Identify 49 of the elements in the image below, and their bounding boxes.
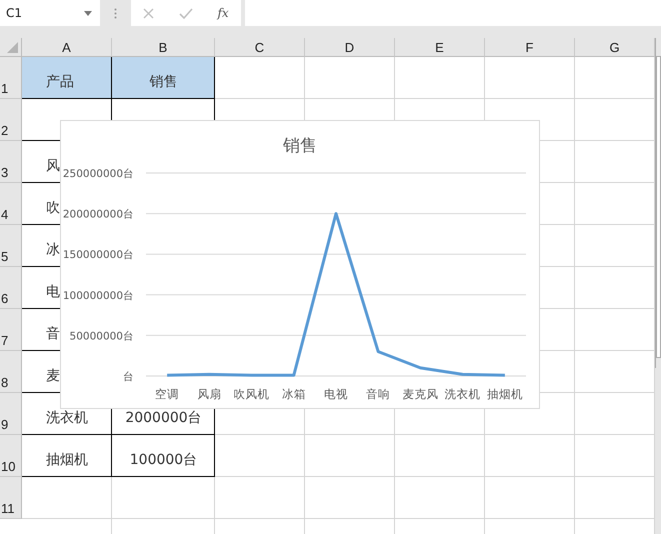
row-header[interactable]: 8 (0, 351, 22, 393)
row-header[interactable]: 9 (0, 393, 22, 435)
row-header[interactable]: 10 (0, 435, 22, 477)
grip-icon (114, 8, 117, 19)
table-cell-text: 产品 (46, 73, 75, 91)
column-header[interactable]: E (395, 38, 485, 57)
column-header[interactable]: C (215, 38, 305, 57)
table-cell: 抽烟机 (46, 451, 88, 469)
select-all-icon[interactable] (7, 42, 18, 53)
x-axis-label: 电视 (324, 387, 348, 401)
y-axis-label: 100000000台 (62, 290, 134, 302)
row-header[interactable]: 1 (0, 57, 22, 99)
x-axis-label: 洗衣机 (444, 387, 481, 401)
table-cell: 洗衣机 (46, 409, 88, 427)
y-axis-label: 50000000台 (70, 330, 134, 342)
y-axis-label: 250000000台 (62, 168, 134, 180)
chart-title: 销售 (283, 136, 317, 156)
formula-input[interactable] (245, 0, 661, 26)
x-axis-label: 冰箱 (282, 387, 306, 401)
column-header[interactable]: B (112, 38, 215, 57)
column-header[interactable]: D (305, 38, 395, 57)
x-axis-label: 吹风机 (234, 387, 270, 401)
x-axis-label: 音响 (366, 387, 390, 401)
column-header[interactable]: F (485, 38, 575, 57)
insert-function-button[interactable]: fx (217, 6, 229, 20)
row-header[interactable]: 5 (0, 225, 22, 267)
row-header[interactable]: 11 (0, 477, 22, 519)
y-axis-label: 200000000台 (62, 208, 134, 221)
x-axis-label: 抽烟机 (486, 387, 523, 401)
x-axis-label: 风扇 (197, 387, 222, 401)
y-axis-label: 台 (123, 371, 134, 383)
row-header[interactable]: 6 (0, 267, 22, 309)
row-header[interactable]: 4 (0, 183, 22, 225)
table-cell: 100000台 (130, 451, 198, 469)
table-cell: 销售 (150, 73, 178, 91)
table-cell: 2000000台 (125, 409, 202, 427)
x-axis-label: 麦克风 (402, 387, 438, 401)
table-cell-text: 麦 (46, 367, 61, 385)
name-box[interactable]: C1 (0, 0, 100, 26)
x-axis-label: 空调 (155, 387, 180, 401)
row-header[interactable]: 7 (0, 309, 22, 351)
row-header[interactable]: 3 (0, 141, 22, 183)
y-axis-label: 150000000台 (62, 249, 134, 262)
column-header[interactable]: A (22, 38, 112, 57)
cancel-icon[interactable] (143, 8, 154, 18)
row-header[interactable]: 2 (0, 99, 22, 141)
column-header[interactable]: G (575, 38, 655, 57)
dropdown-icon[interactable] (84, 10, 92, 16)
check-icon[interactable] (178, 8, 193, 18)
